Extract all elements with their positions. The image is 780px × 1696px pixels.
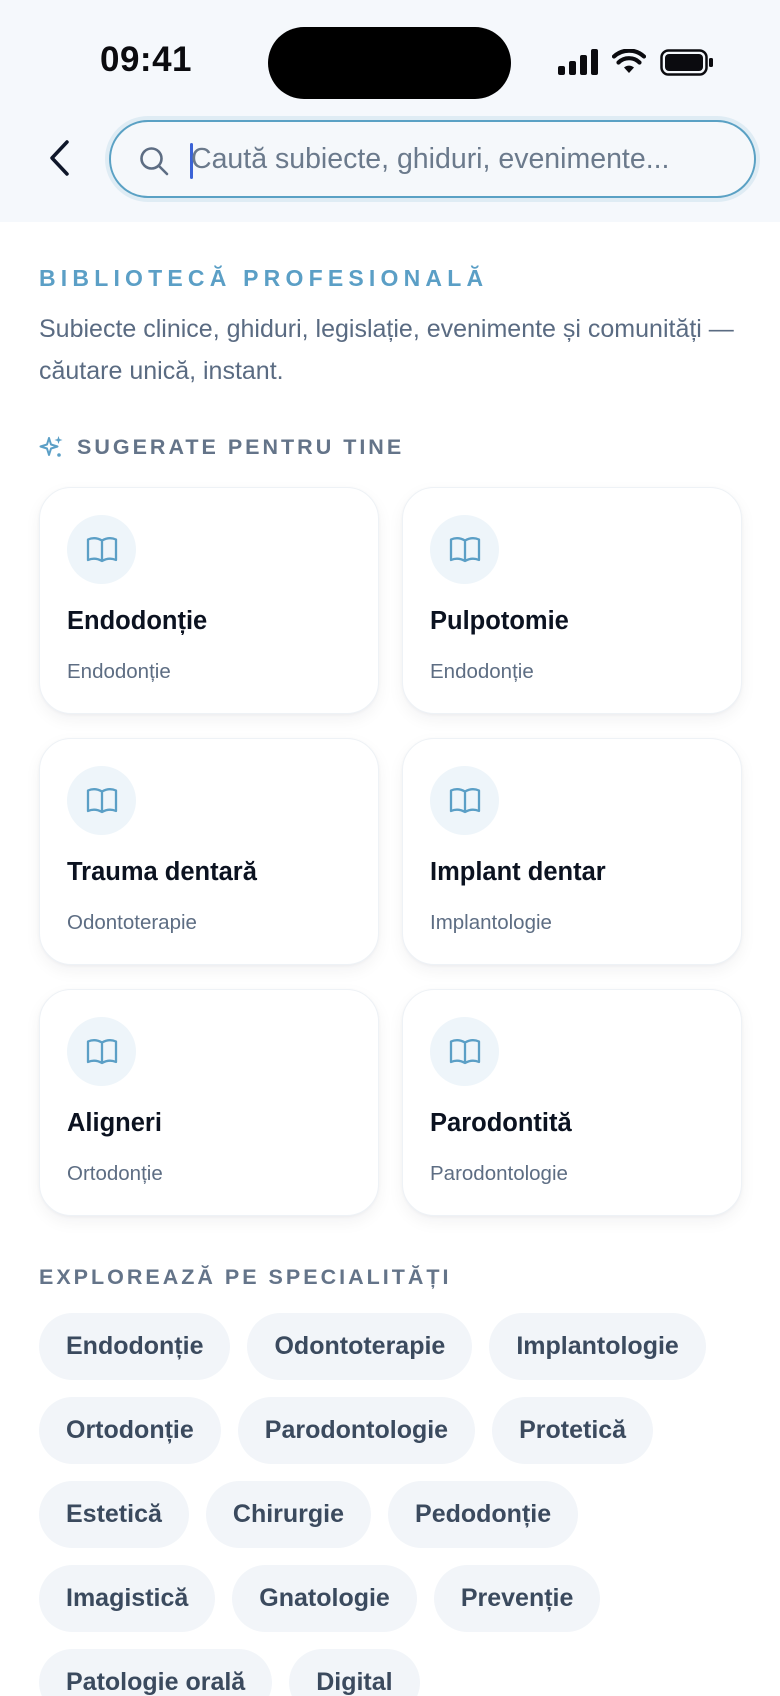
- suggestion-card[interactable]: Implant dentar Implantologie: [402, 738, 742, 965]
- suggestion-card[interactable]: Parodontită Parodontologie: [402, 989, 742, 1216]
- card-title: Parodontită: [430, 1109, 572, 1137]
- card-title: Pulpotomie: [430, 607, 569, 635]
- wifi-icon: [612, 49, 646, 73]
- specialties-section-label: EXPLOREAZĂ PE SPECIALITĂȚI: [39, 1265, 452, 1289]
- signal-icon: [558, 49, 598, 75]
- search-box[interactable]: [109, 120, 756, 198]
- card-category: Parodontologie: [430, 1162, 568, 1185]
- status-time: 09:41: [100, 40, 193, 79]
- specialty-chips: Endodonție Odontoterapie Implantologie O…: [39, 1313, 759, 1696]
- card-category: Ortodonție: [67, 1162, 163, 1185]
- book-open-icon: [430, 766, 499, 835]
- specialty-chip[interactable]: Ortodonție: [39, 1397, 221, 1464]
- book-open-icon: [67, 1017, 136, 1086]
- back-button[interactable]: [36, 130, 82, 186]
- suggested-cards: Endodonție Endodonție Pulpotomie Endodon…: [39, 487, 742, 1216]
- suggestion-card[interactable]: Endodonție Endodonție: [39, 487, 379, 714]
- specialty-chip[interactable]: Odontoterapie: [247, 1313, 473, 1380]
- specialty-chip[interactable]: Endodonție: [39, 1313, 231, 1380]
- specialty-chip[interactable]: Parodontologie: [237, 1397, 476, 1464]
- status-icons: [558, 45, 714, 79]
- specialty-chip[interactable]: Gnatologie: [232, 1565, 417, 1632]
- specialty-chip[interactable]: Implantologie: [489, 1313, 706, 1380]
- card-category: Odontoterapie: [67, 911, 197, 934]
- specialty-chip[interactable]: Imagistică: [39, 1565, 216, 1632]
- dynamic-island: [268, 27, 511, 99]
- specialty-chip[interactable]: Pedodonție: [388, 1481, 579, 1548]
- card-title: Endodonție: [67, 607, 208, 635]
- suggested-section-header: SUGERATE PENTRU TINE: [39, 435, 404, 460]
- specialty-chip[interactable]: Estetică: [39, 1481, 189, 1548]
- card-category: Implantologie: [430, 911, 552, 934]
- card-title: Trauma dentară: [67, 858, 257, 886]
- suggestion-card[interactable]: Aligneri Ortodonție: [39, 989, 379, 1216]
- specialty-chip[interactable]: Protetică: [492, 1397, 654, 1464]
- specialty-chip[interactable]: Digital: [289, 1649, 420, 1696]
- book-open-icon: [430, 1017, 499, 1086]
- book-open-icon: [67, 766, 136, 835]
- suggestion-card[interactable]: Pulpotomie Endodonție: [402, 487, 742, 714]
- sparkles-icon: [39, 436, 63, 457]
- specialty-chip[interactable]: Chirurgie: [205, 1481, 372, 1548]
- page-eyebrow: BIBLIOTECĂ PROFESIONALĂ: [39, 265, 489, 291]
- card-title: Implant dentar: [430, 858, 606, 886]
- suggested-section-label: SUGERATE PENTRU TINE: [77, 435, 405, 459]
- book-open-icon: [67, 515, 136, 584]
- search-input[interactable]: [191, 122, 734, 196]
- battery-icon: [660, 48, 713, 76]
- card-category: Endodonție: [430, 660, 534, 683]
- chevron-left-icon: [50, 140, 69, 176]
- search-icon: [140, 147, 169, 176]
- card-category: Endodonție: [67, 660, 171, 683]
- specialty-chip[interactable]: Patologie orală: [39, 1649, 273, 1696]
- page-intro: Subiecte clinice, ghiduri, legislație, e…: [39, 315, 734, 385]
- specialty-chip[interactable]: Prevenție: [433, 1565, 601, 1632]
- suggestion-card[interactable]: Trauma dentară Odontoterapie: [39, 738, 379, 965]
- card-title: Aligneri: [67, 1109, 162, 1137]
- book-open-icon: [430, 515, 499, 584]
